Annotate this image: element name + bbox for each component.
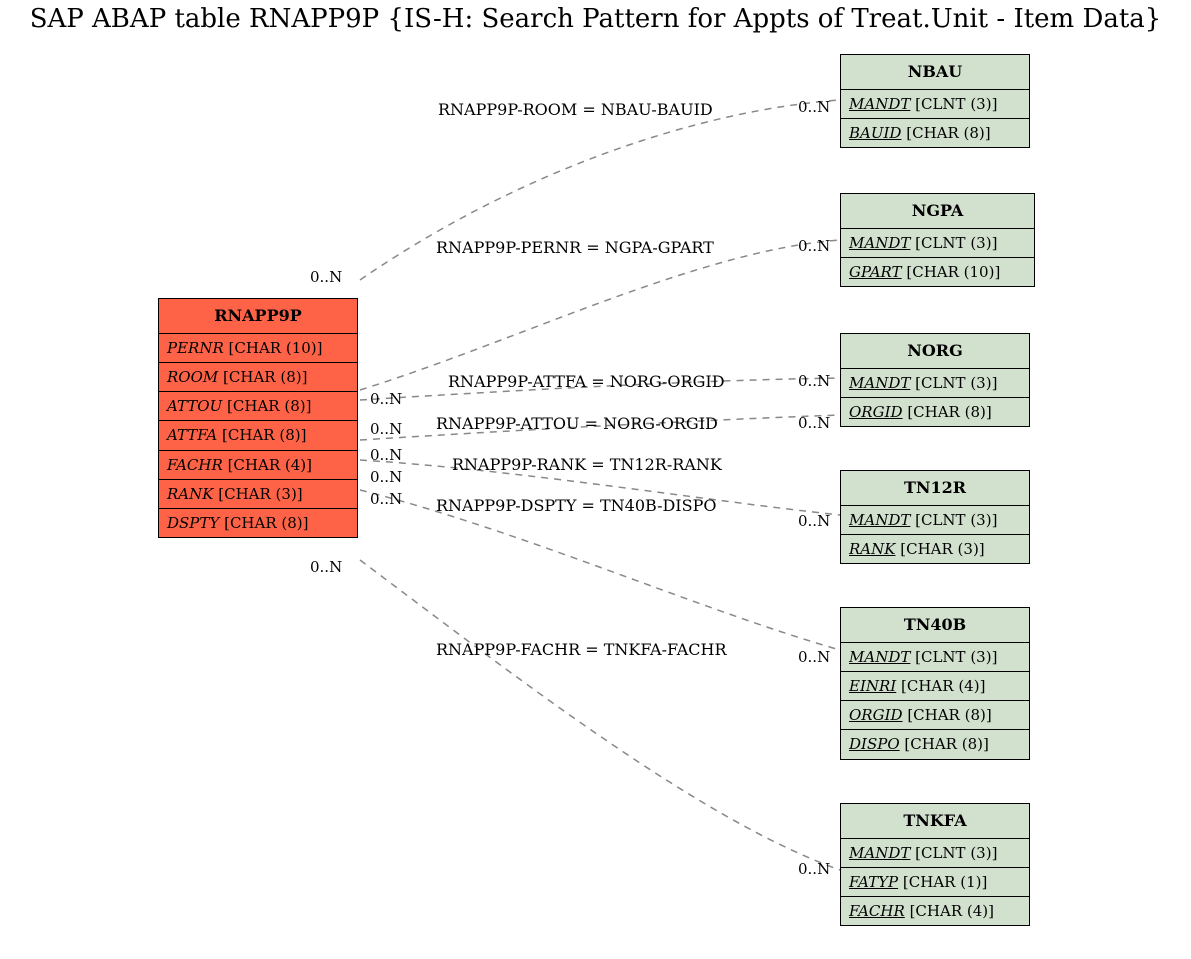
link-label: RNAPP9P-ATTFA = NORG-ORGID (448, 372, 725, 391)
cardinality-right: 0..N (798, 372, 830, 390)
entity-ngpa: NGPA MANDT [CLNT (3)] GPART [CHAR (10)] (840, 193, 1035, 287)
attr-room: ROOM [CHAR (8)] (159, 363, 357, 392)
entity-header: NORG (841, 334, 1029, 369)
link-label: RNAPP9P-PERNR = NGPA-GPART (436, 238, 714, 257)
attr-rank: RANK [CHAR (3)] (841, 535, 1029, 563)
cardinality-right: 0..N (798, 414, 830, 432)
attr-orgid: ORGID [CHAR (8)] (841, 398, 1029, 426)
entity-header: TNKFA (841, 804, 1029, 839)
cardinality-left: 0..N (370, 490, 402, 508)
entity-header: NGPA (841, 194, 1034, 229)
link-label: RNAPP9P-ROOM = NBAU-BAUID (438, 100, 713, 119)
entity-header: TN12R (841, 471, 1029, 506)
entity-tn40b: TN40B MANDT [CLNT (3)] EINRI [CHAR (4)] … (840, 607, 1030, 760)
entity-header: NBAU (841, 55, 1029, 90)
cardinality-left: 0..N (370, 446, 402, 464)
attr-fatyp: FATYP [CHAR (1)] (841, 868, 1029, 897)
link-label: RNAPP9P-ATTOU = NORG-ORGID (436, 414, 718, 433)
attr-fachr: FACHR [CHAR (4)] (159, 451, 357, 480)
entity-rnapp9p: RNAPP9P PERNR [CHAR (10)] ROOM [CHAR (8)… (158, 298, 358, 538)
attr-mandt: MANDT [CLNT (3)] (841, 839, 1029, 868)
cardinality-right: 0..N (798, 512, 830, 530)
attr-mandt: MANDT [CLNT (3)] (841, 643, 1029, 672)
cardinality-right: 0..N (798, 648, 830, 666)
attr-orgid: ORGID [CHAR (8)] (841, 701, 1029, 730)
attr-dspty: DSPTY [CHAR (8)] (159, 509, 357, 537)
cardinality-right: 0..N (798, 860, 830, 878)
link-label: RNAPP9P-DSPTY = TN40B-DISPO (436, 496, 716, 515)
cardinality-left: 0..N (370, 468, 402, 486)
cardinality-left: 0..N (310, 558, 342, 576)
attr-attou: ATTOU [CHAR (8)] (159, 392, 357, 421)
cardinality-left: 0..N (370, 390, 402, 408)
attr-rank: RANK [CHAR (3)] (159, 480, 357, 509)
link-label: RNAPP9P-RANK = TN12R-RANK (452, 455, 722, 474)
attr-fachr: FACHR [CHAR (4)] (841, 897, 1029, 925)
attr-gpart: GPART [CHAR (10)] (841, 258, 1034, 286)
diagram-stage: SAP ABAP table RNAPP9P {IS-H: Search Pat… (0, 0, 1191, 959)
attr-dispo: DISPO [CHAR (8)] (841, 730, 1029, 758)
link-label: RNAPP9P-FACHR = TNKFA-FACHR (436, 640, 727, 659)
cardinality-right: 0..N (798, 237, 830, 255)
entity-header: RNAPP9P (159, 299, 357, 334)
entity-header: TN40B (841, 608, 1029, 643)
attr-mandt: MANDT [CLNT (3)] (841, 90, 1029, 119)
cardinality-right: 0..N (798, 98, 830, 116)
entity-nbau: NBAU MANDT [CLNT (3)] BAUID [CHAR (8)] (840, 54, 1030, 148)
attr-bauid: BAUID [CHAR (8)] (841, 119, 1029, 147)
cardinality-left: 0..N (310, 268, 342, 286)
page-title: SAP ABAP table RNAPP9P {IS-H: Search Pat… (0, 4, 1191, 34)
attr-attfa: ATTFA [CHAR (8)] (159, 421, 357, 450)
attr-einri: EINRI [CHAR (4)] (841, 672, 1029, 701)
attr-mandt: MANDT [CLNT (3)] (841, 506, 1029, 535)
attr-mandt: MANDT [CLNT (3)] (841, 369, 1029, 398)
entity-norg: NORG MANDT [CLNT (3)] ORGID [CHAR (8)] (840, 333, 1030, 427)
entity-tnkfa: TNKFA MANDT [CLNT (3)] FATYP [CHAR (1)] … (840, 803, 1030, 926)
cardinality-left: 0..N (370, 420, 402, 438)
entity-tn12r: TN12R MANDT [CLNT (3)] RANK [CHAR (3)] (840, 470, 1030, 564)
attr-pernr: PERNR [CHAR (10)] (159, 334, 357, 363)
attr-mandt: MANDT [CLNT (3)] (841, 229, 1034, 258)
